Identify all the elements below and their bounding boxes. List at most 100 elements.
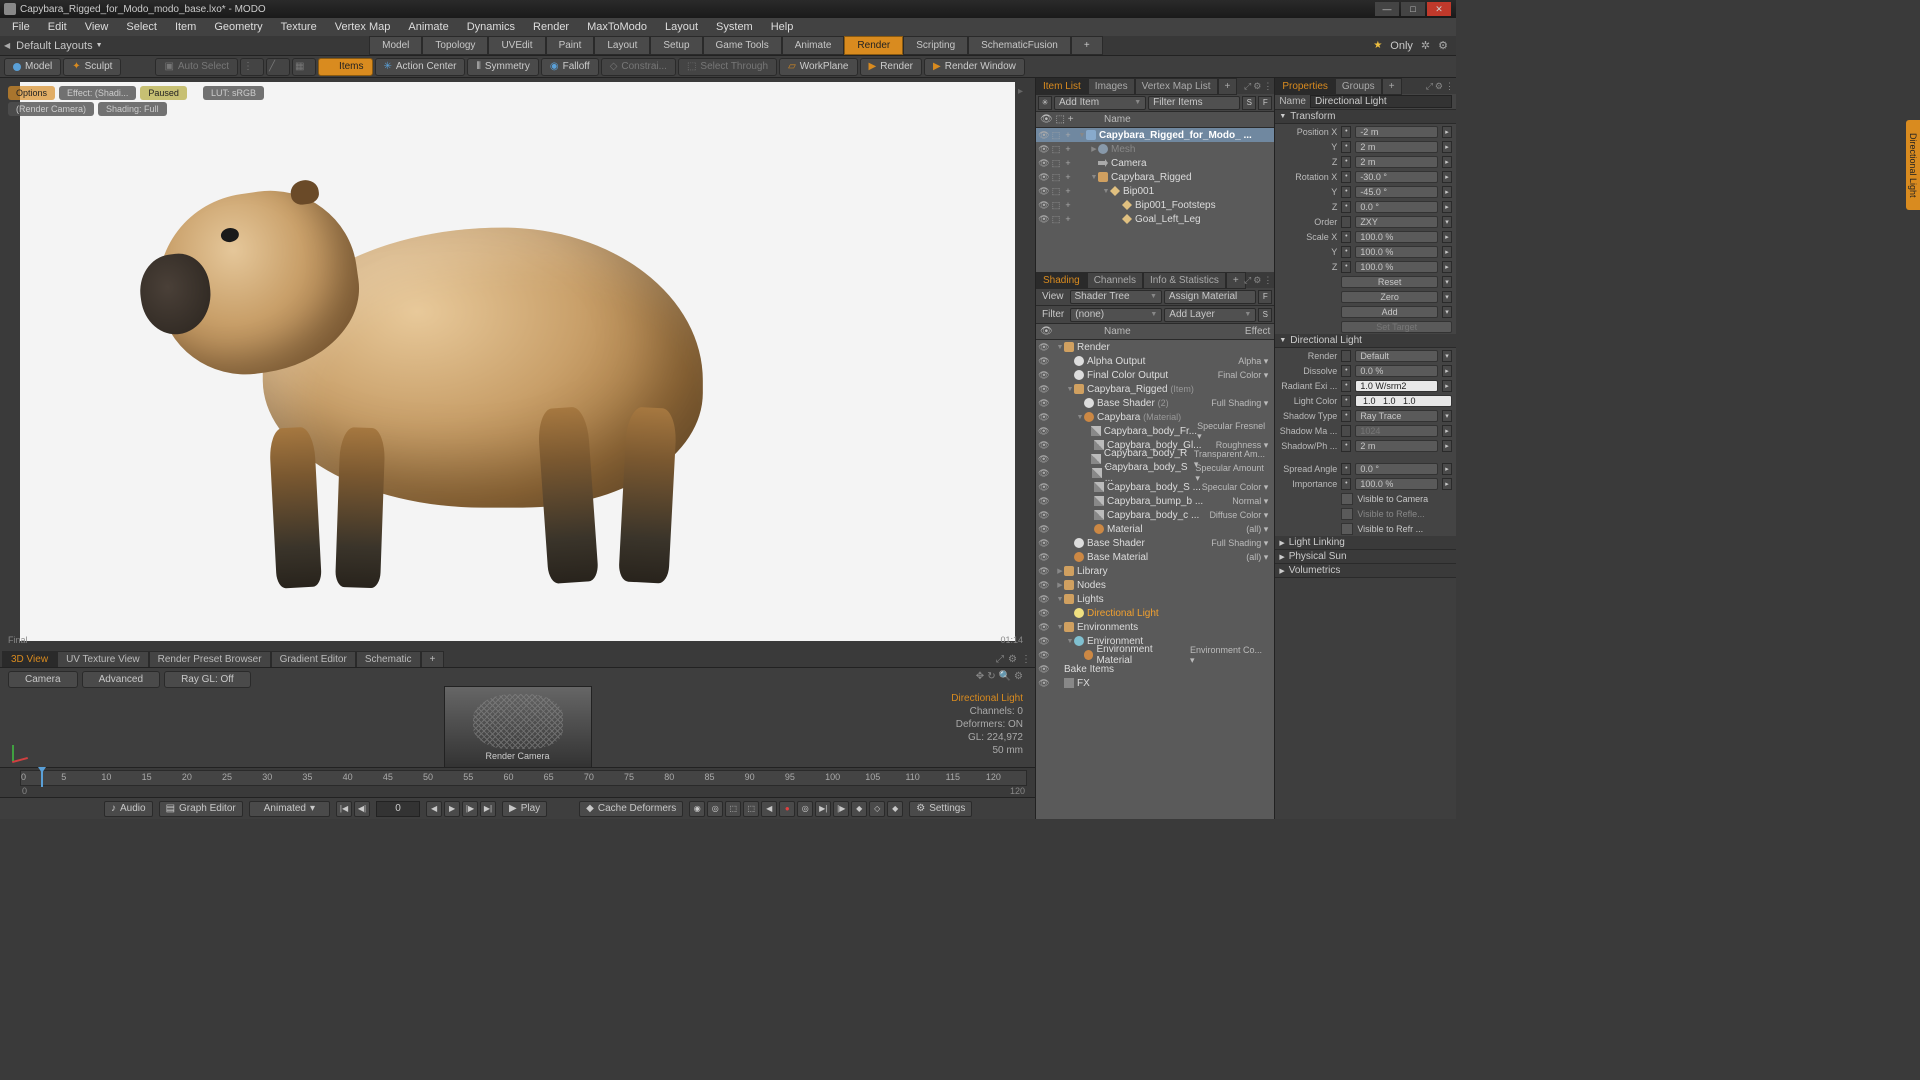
layout-tab-setup[interactable]: Setup [650, 36, 702, 55]
radiant-value[interactable]: 1.0 W/srm2 [1355, 380, 1438, 392]
close-button[interactable]: ✕ [1427, 2, 1451, 16]
actioncenter-tool[interactable]: ✳Action Center [375, 58, 466, 76]
shading-row[interactable]: 👁▼Render [1036, 340, 1274, 354]
shader-tree-dropdown[interactable]: Shader Tree▼ [1070, 290, 1162, 304]
falloff-tool[interactable]: ◉Falloff [541, 58, 599, 76]
position-y[interactable]: 2 m [1355, 141, 1438, 153]
section-physical-sun[interactable]: ▶Physical Sun [1275, 550, 1456, 564]
preview-viewport[interactable]: CameraAdvancedRay GL: Off ✥ ↻ 🔍 ⚙ Render… [0, 667, 1035, 767]
shading-row[interactable]: 👁Base ShaderFull Shading ▾ [1036, 536, 1274, 550]
edge-mode[interactable]: ╱ [266, 58, 290, 76]
layout-tab-schematicfusion[interactable]: SchematicFusion [968, 36, 1071, 55]
menu-icon[interactable]: ⋮ [1263, 275, 1272, 286]
dissolve-value[interactable]: 0.0 % [1355, 365, 1438, 377]
layout-tab-topology[interactable]: Topology [422, 36, 488, 55]
menu-icon[interactable]: ⋮ [1445, 81, 1454, 92]
menu-animate[interactable]: Animate [400, 19, 456, 35]
vertical-tab[interactable]: Directional Light [1906, 120, 1920, 210]
rotation-z[interactable]: 0.0 ° [1355, 201, 1438, 213]
layout-tab-uvedit[interactable]: UVEdit [488, 36, 545, 55]
rotation-y[interactable]: -45.0 ° [1355, 186, 1438, 198]
view-tab-uv-texture-view[interactable]: UV Texture View [57, 651, 149, 668]
visible-refr-check[interactable] [1341, 523, 1353, 535]
only-label[interactable]: Only [1390, 40, 1413, 52]
expand-icon[interactable]: ⤢ [1244, 275, 1251, 286]
menu-system[interactable]: System [708, 19, 761, 35]
add-view-tab[interactable]: + [421, 651, 445, 668]
preview-gear-icon[interactable]: ⚙ [1014, 671, 1023, 682]
add-tab[interactable]: + [1226, 272, 1246, 289]
visible-refl-check[interactable] [1341, 508, 1353, 520]
key-icon-7[interactable]: ▶| [815, 801, 831, 817]
item-row[interactable]: 👁⬚+Camera [1036, 156, 1274, 170]
add-tab[interactable]: + [1218, 78, 1238, 95]
layout-menu-icon[interactable]: ◀ [4, 41, 10, 50]
menu-layout[interactable]: Layout [657, 19, 706, 35]
shading-row[interactable]: 👁Directional Light [1036, 606, 1274, 620]
shading-row[interactable]: 👁FX [1036, 676, 1274, 690]
filter-s[interactable]: S [1242, 96, 1256, 110]
layout-tab-scripting[interactable]: Scripting [903, 36, 968, 55]
menu-item[interactable]: Item [167, 19, 204, 35]
key-icon-1[interactable]: ◉ [689, 801, 705, 817]
menu-icon[interactable]: ⋮ [1021, 654, 1031, 665]
playhead[interactable] [41, 771, 43, 787]
options-chip[interactable]: Options [8, 86, 55, 100]
maximize-button[interactable]: □ [1401, 2, 1425, 16]
shading-row[interactable]: 👁▶Library [1036, 564, 1274, 578]
view-tab-render-preset-browser[interactable]: Render Preset Browser [149, 651, 271, 668]
tab-properties[interactable]: Properties [1275, 78, 1335, 95]
render-viewport[interactable]: Options Effect: (Shadi... Paused LUT: sR… [0, 78, 1035, 651]
layout-tab-game tools[interactable]: Game Tools [703, 36, 782, 55]
filter-f[interactable]: F [1258, 96, 1272, 110]
paused-chip[interactable]: Paused [140, 86, 187, 100]
shade-s[interactable]: S [1258, 308, 1272, 322]
shading-row[interactable]: 👁▼Capybara_Rigged (Item) [1036, 382, 1274, 396]
model-tool[interactable]: Model [4, 58, 61, 76]
lut-chip[interactable]: LUT: sRGB [203, 86, 264, 100]
effect-chip[interactable]: Effect: (Shadi... [59, 86, 136, 100]
order-dropdown[interactable]: ZXY [1355, 216, 1438, 228]
item-tree[interactable]: 👁⬚+▼Capybara_Rigged_for_Modo_ ...👁⬚+▶Mes… [1036, 128, 1274, 272]
reset-button[interactable]: Reset [1341, 276, 1438, 288]
position-x[interactable]: -2 m [1355, 126, 1438, 138]
menu-edit[interactable]: Edit [40, 19, 75, 35]
scale-x[interactable]: 100.0 % [1355, 231, 1438, 243]
key-icon-5[interactable]: ◀ [761, 801, 777, 817]
gear-icon[interactable]: ⚙ [1253, 275, 1261, 286]
add-button[interactable]: Add [1341, 306, 1438, 318]
key-icon-6[interactable]: ◎ [797, 801, 813, 817]
assign-material-button[interactable]: Assign Material [1164, 290, 1256, 304]
menu-select[interactable]: Select [118, 19, 165, 35]
prev-key-icon[interactable]: ◀| [354, 801, 370, 817]
key-icon-3[interactable]: ⬚ [725, 801, 741, 817]
filter-items-dropdown[interactable]: Filter Items [1148, 96, 1240, 110]
gear-icon[interactable]: ⚙ [1253, 81, 1261, 92]
goto-end-icon[interactable]: ▶| [480, 801, 496, 817]
shading-row[interactable]: 👁Base Shader (2)Full Shading ▾ [1036, 396, 1274, 410]
shading-row[interactable]: 👁Capybara_body_Fr...Specular Fresnel ▾ [1036, 424, 1274, 438]
preview-advanced[interactable]: Advanced [82, 671, 160, 688]
items-tool[interactable]: Items [318, 58, 372, 76]
graph-button[interactable]: ▤ Graph Editor [159, 801, 243, 817]
renderwindow-tool[interactable]: ▶Render Window [924, 58, 1025, 76]
key-icon-11[interactable]: ◆ [887, 801, 903, 817]
key-icon-9[interactable]: ◆ [851, 801, 867, 817]
shading-tree[interactable]: 👁▼Render👁Alpha OutputAlpha ▾👁Final Color… [1036, 340, 1274, 819]
filter-dropdown[interactable]: (none)▼ [1070, 308, 1162, 322]
favorite-icon[interactable]: ★ [1373, 40, 1382, 51]
minimize-button[interactable]: — [1375, 2, 1399, 16]
spread-angle[interactable]: 0.0 ° [1355, 463, 1438, 475]
layout-options-icon[interactable]: ✲ [1421, 39, 1430, 52]
layout-tab-animate[interactable]: Animate [782, 36, 845, 55]
scale-y[interactable]: 100.0 % [1355, 246, 1438, 258]
tab-groups[interactable]: Groups [1335, 78, 1382, 95]
selectthrough-tool[interactable]: ⬚Select Through [678, 58, 777, 76]
layout-tab-model[interactable]: Model [369, 36, 422, 55]
next-key-icon[interactable]: |▶ [462, 801, 478, 817]
tab-channels[interactable]: Channels [1087, 272, 1143, 289]
light-color[interactable]: 1.01.01.0 [1355, 395, 1452, 407]
tab-info---statistics[interactable]: Info & Statistics [1143, 272, 1226, 289]
expand-icon[interactable]: ⤢ [1244, 81, 1251, 92]
tab-shading[interactable]: Shading [1036, 272, 1087, 289]
